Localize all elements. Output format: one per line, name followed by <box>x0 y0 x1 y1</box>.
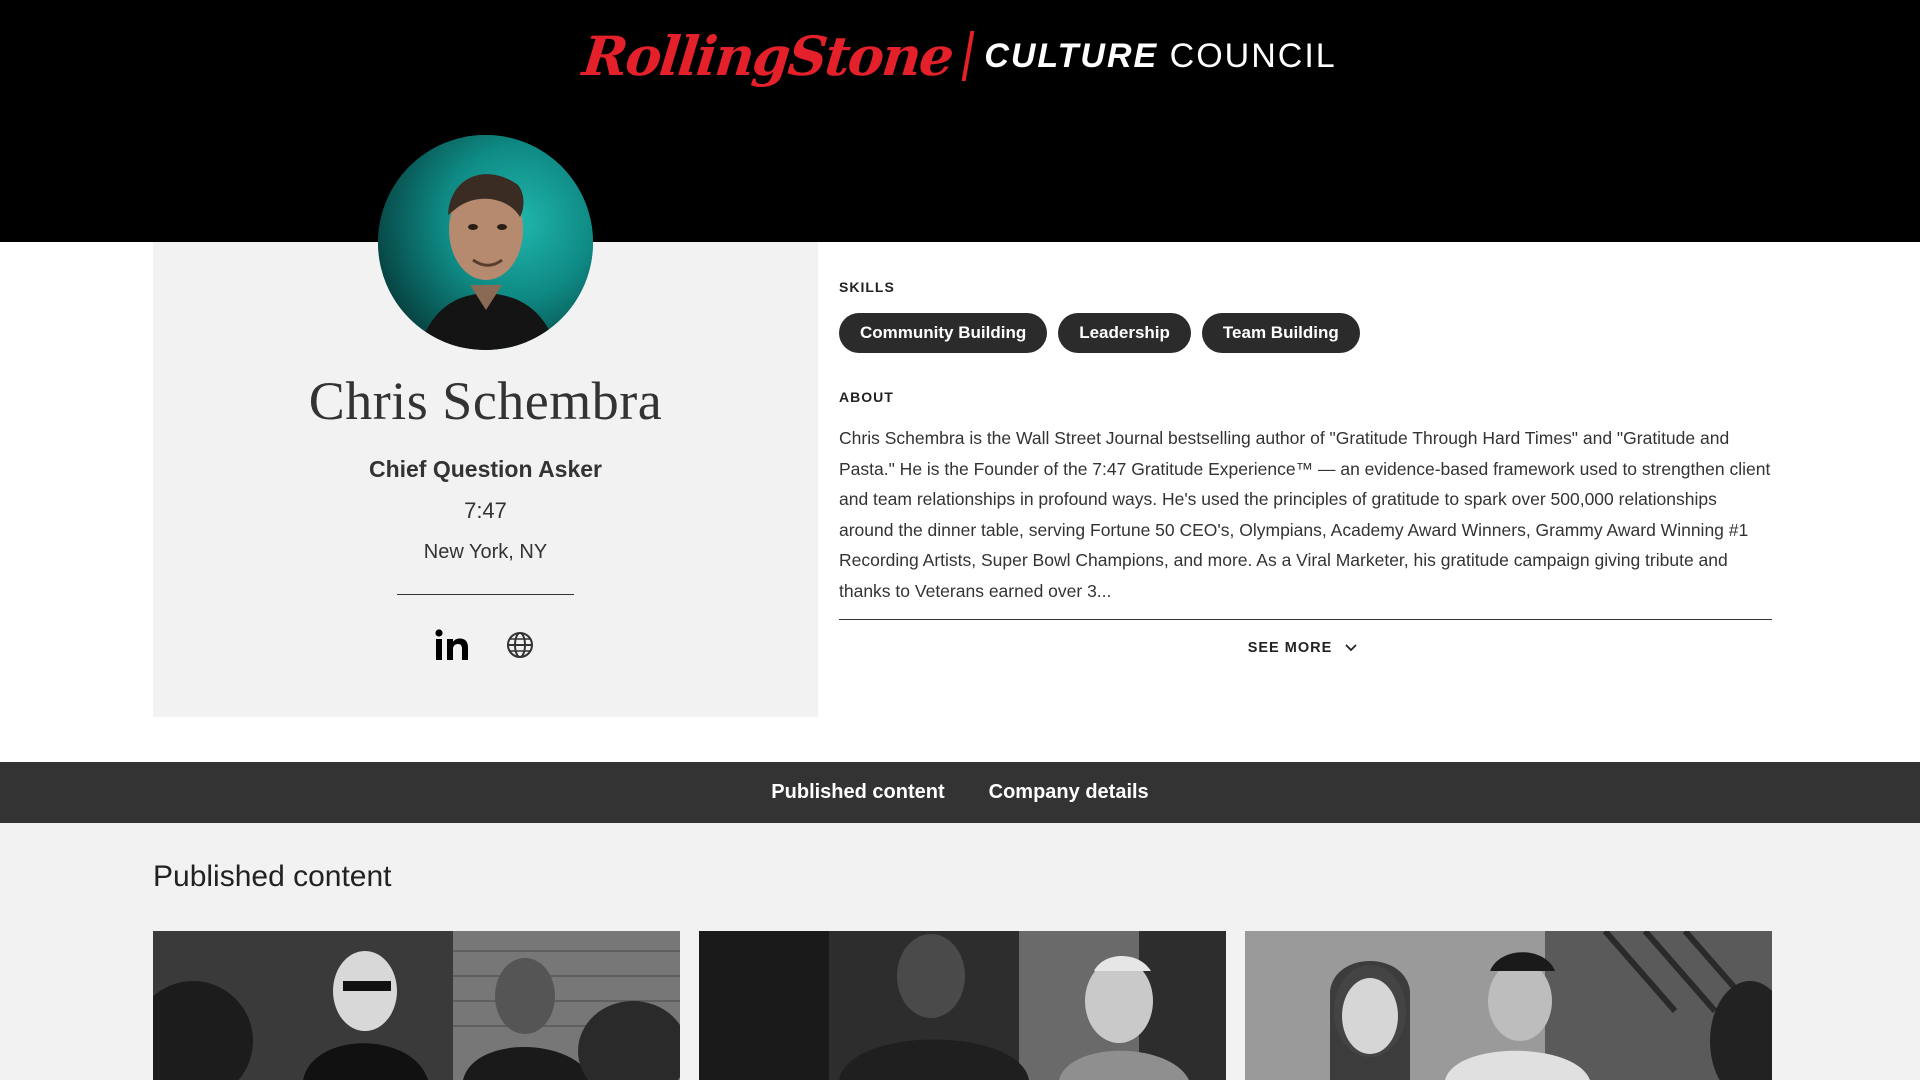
about-text: Chris Schembra is the Wall Street Journa… <box>839 428 1771 601</box>
article-card[interactable] <box>153 931 680 1080</box>
profile-divider <box>397 594 574 595</box>
brand-sub-light: COUNCIL <box>1169 37 1337 75</box>
linkedin-link[interactable] <box>432 625 472 665</box>
chevron-down-icon <box>1345 644 1357 652</box>
article-card[interactable] <box>1245 931 1772 1080</box>
tab-company-details[interactable]: Company details <box>989 781 1149 804</box>
profile-avatar <box>378 135 593 350</box>
article-thumbnail <box>1245 931 1772 1080</box>
avatar-photo <box>378 135 593 350</box>
skills-heading: SKILLS <box>839 279 895 295</box>
site-header: RollingStone CULTURE COUNCIL <box>0 0 1920 242</box>
social-links <box>153 625 818 665</box>
globe-icon <box>506 632 533 658</box>
profile-tabs: Published content Company details <box>0 762 1920 823</box>
see-more-button[interactable]: SEE MORE <box>1200 640 1405 656</box>
see-more-label: SEE MORE <box>1247 640 1333 656</box>
linkedin-icon <box>434 629 468 660</box>
skills-list: Community Building Leadership Team Build… <box>839 313 1360 353</box>
profile-company: 7:47 <box>464 498 507 523</box>
website-link[interactable] <box>500 625 540 665</box>
profile-role: Chief Question Asker <box>368 456 603 482</box>
brand-divider <box>961 31 975 81</box>
brand-logo-link[interactable]: RollingStone CULTURE COUNCIL <box>0 24 1920 88</box>
profile-name: Chris Schembra <box>308 371 663 431</box>
skill-pill[interactable]: Team Building <box>1201 313 1360 353</box>
brand-sub-bold: CULTURE <box>984 37 1159 75</box>
about-heading: ABOUT <box>839 389 894 405</box>
profile-location: New York, NY <box>423 541 548 563</box>
tab-published-content[interactable]: Published content <box>771 781 944 804</box>
about-divider <box>839 619 1772 620</box>
culture-council-wordmark: CULTURE COUNCIL <box>984 24 1336 88</box>
article-thumbnail <box>153 931 680 1080</box>
skill-pill[interactable]: Community Building <box>839 313 1048 353</box>
article-thumbnail <box>699 931 1226 1080</box>
rolling-stone-logo: RollingStone <box>579 24 956 88</box>
published-content-title: Published content <box>153 860 392 893</box>
article-card[interactable] <box>699 931 1226 1080</box>
skill-pill[interactable]: Leadership <box>1058 313 1191 353</box>
